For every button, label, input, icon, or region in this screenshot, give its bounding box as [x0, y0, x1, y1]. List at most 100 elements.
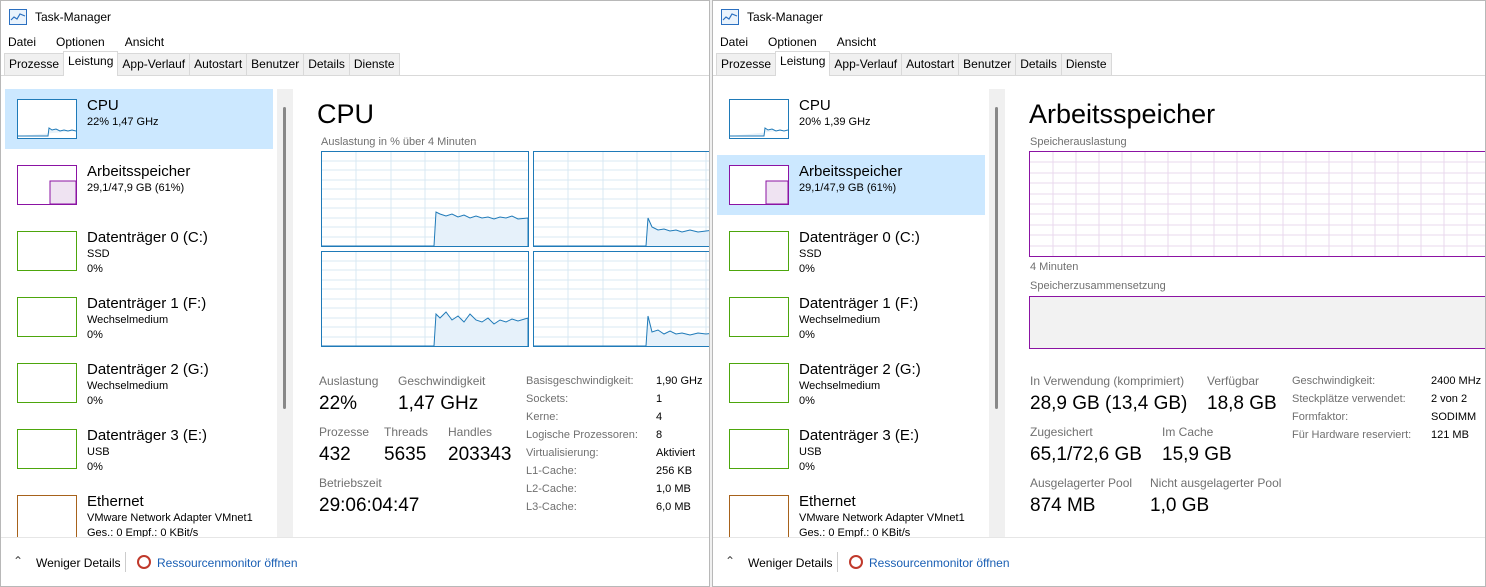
disk-thumbnail-graph	[729, 429, 789, 469]
stat-label-betriebszeit: Betriebszeit	[319, 476, 382, 490]
tab-prozesse[interactable]: Prozesse	[716, 53, 777, 75]
tab-benutzer[interactable]: Benutzer	[958, 53, 1017, 75]
scrollbar-thumb[interactable]	[283, 107, 286, 409]
tab-autostart[interactable]: Autostart	[901, 53, 960, 75]
menu-ansicht[interactable]: Ansicht	[122, 35, 167, 49]
window-title: Task-Manager	[747, 10, 824, 24]
chevron-up-icon[interactable]: ⌃	[725, 554, 735, 568]
sidebar-item-name: Datenträger 2 (G:)	[87, 361, 209, 378]
chevron-up-icon[interactable]: ⌃	[13, 554, 23, 568]
sidebar-item-name: Arbeitsspeicher	[87, 163, 191, 180]
sidebar-item-disk-0[interactable]: Datenträger 0 (C:) SSD 0%	[717, 221, 985, 281]
disk-thumbnail-graph	[17, 297, 77, 337]
sidebar-item-disk-1[interactable]: Datenträger 1 (F:) Wechselmedium 0%	[717, 287, 985, 347]
tab-autostart[interactable]: Autostart	[189, 53, 248, 75]
sidebar-item-usage: 0%	[799, 263, 815, 275]
stat-value-cached: 15,9 GB	[1162, 444, 1232, 465]
task-manager-icon	[721, 9, 739, 25]
open-resource-monitor-link[interactable]: Ressourcenmonitor öffnen	[157, 556, 298, 570]
tab-app-verlauf[interactable]: App-Verlauf	[829, 53, 903, 75]
menu-optionen[interactable]: Optionen	[53, 35, 108, 49]
sidebar-item-adapter: VMware Network Adapter VMnet1	[87, 512, 253, 524]
sidebar-item-disk-1[interactable]: Datenträger 1 (F:) Wechselmedium 0%	[5, 287, 273, 347]
tab-leistung[interactable]: Leistung	[775, 51, 831, 76]
detail-key: Sockets:	[526, 393, 569, 405]
cpu-thumbnail-graph	[729, 99, 789, 139]
menu-bar: Datei Optionen Ansicht	[1, 33, 709, 51]
performance-sidebar: CPU 22% 1,47 GHz Arbeitsspeicher 29,1/47…	[5, 89, 273, 541]
stat-label-nonpaged-pool: Nicht ausgelagerter Pool	[1150, 476, 1282, 490]
memory-composition-bar	[1029, 296, 1485, 349]
tab-prozesse[interactable]: Prozesse	[4, 53, 65, 75]
tab-benutzer[interactable]: Benutzer	[246, 53, 305, 75]
disk-thumbnail-graph	[729, 231, 789, 271]
detail-key: Virtualisierung:	[526, 447, 599, 459]
stat-value-handles: 203343	[448, 444, 512, 465]
sidebar-item-disk-3[interactable]: Datenträger 3 (E:) USB 0%	[5, 419, 273, 479]
detail-key: Kerne:	[526, 411, 559, 423]
disk-thumbnail-graph	[729, 297, 789, 337]
sidebar-item-cpu[interactable]: CPU 20% 1,39 GHz	[717, 89, 985, 149]
detail-value: 8	[656, 429, 663, 441]
footer-divider	[125, 552, 126, 572]
tab-dienste[interactable]: Dienste	[1060, 53, 1112, 75]
sidebar-item-disk-2[interactable]: Datenträger 2 (G:) Wechselmedium 0%	[5, 353, 273, 413]
cpu-thumbnail-graph	[17, 99, 77, 139]
sidebar-item-memory[interactable]: Arbeitsspeicher 29,1/47,9 GB (61%)	[717, 155, 985, 215]
menu-datei[interactable]: Datei	[717, 35, 751, 49]
stat-value-committed: 65,1/72,6 GB	[1030, 444, 1142, 465]
stat-value-geschwindigkeit: 1,47 GHz	[398, 393, 479, 414]
sidebar-item-disk-0[interactable]: Datenträger 0 (C:) SSD 0%	[5, 221, 273, 281]
detail-value: 2400 MHz	[1431, 375, 1482, 387]
stat-label-geschwindigkeit: Geschwindigkeit	[398, 374, 486, 388]
sidebar-item-usage: 0%	[799, 461, 815, 473]
sidebar-item-name: Ethernet	[799, 493, 856, 510]
detail-value: 256 KB	[656, 465, 693, 477]
detail-key: L2-Cache:	[526, 483, 577, 495]
title-bar[interactable]: Task-Manager	[713, 1, 1485, 33]
fewer-details-link[interactable]: Weniger Details	[748, 556, 832, 570]
menu-optionen[interactable]: Optionen	[765, 35, 820, 49]
scrollbar-thumb[interactable]	[995, 107, 998, 409]
fewer-details-link[interactable]: Weniger Details	[36, 556, 120, 570]
sidebar-item-name: Datenträger 3 (E:)	[87, 427, 208, 444]
menu-ansicht[interactable]: Ansicht	[834, 35, 879, 49]
resource-monitor-icon[interactable]	[137, 555, 151, 569]
tab-leistung[interactable]: Leistung	[63, 51, 119, 76]
sidebar-item-type: SSD	[799, 248, 822, 260]
sidebar-item-disk-3[interactable]: Datenträger 3 (E:) USB 0%	[717, 419, 985, 479]
sidebar-item-type: Wechselmedium	[799, 314, 881, 326]
ethernet-thumbnail-graph	[17, 495, 77, 541]
sidebar-item-usage: 0%	[87, 329, 103, 341]
open-resource-monitor-link[interactable]: Ressourcenmonitor öffnen	[869, 556, 1010, 570]
page-title: CPU	[317, 99, 375, 129]
sidebar-item-ethernet[interactable]: Ethernet VMware Network Adapter VMnet1 G…	[5, 485, 273, 545]
sidebar-scrollbar[interactable]	[989, 89, 1005, 537]
tab-app-verlauf[interactable]: App-Verlauf	[117, 53, 191, 75]
sidebar-scrollbar[interactable]	[277, 89, 293, 537]
sidebar-item-ethernet[interactable]: Ethernet VMware Network Adapter VMnet1 G…	[717, 485, 985, 545]
resource-monitor-icon[interactable]	[849, 555, 863, 569]
sidebar-item-detail: 29,1/47,9 GB (61%)	[799, 182, 897, 194]
sidebar-item-type: Wechselmedium	[799, 380, 881, 392]
tab-details[interactable]: Details	[303, 53, 350, 75]
title-bar[interactable]: Task-Manager	[1, 1, 709, 33]
sidebar-item-usage: 0%	[87, 395, 103, 407]
sidebar-item-name: Datenträger 2 (G:)	[799, 361, 921, 378]
footer-bar: ⌃ Weniger Details Ressourcenmonitor öffn…	[713, 537, 1485, 586]
tab-details[interactable]: Details	[1015, 53, 1062, 75]
sidebar-item-disk-2[interactable]: Datenträger 2 (G:) Wechselmedium 0%	[717, 353, 985, 413]
footer-bar: ⌃ Weniger Details Ressourcenmonitor öffn…	[1, 537, 709, 586]
sidebar-item-name: Datenträger 0 (C:)	[799, 229, 920, 246]
sidebar-item-cpu[interactable]: CPU 22% 1,47 GHz	[5, 89, 273, 149]
sidebar-item-usage: 0%	[87, 263, 103, 275]
menu-datei[interactable]: Datei	[5, 35, 39, 49]
stat-label-threads: Threads	[384, 425, 429, 439]
tab-dienste[interactable]: Dienste	[348, 53, 400, 75]
disk-thumbnail-graph	[17, 363, 77, 403]
detail-key: Basisgeschwindigkeit:	[526, 375, 634, 387]
sidebar-item-memory[interactable]: Arbeitsspeicher 29,1/47,9 GB (61%)	[5, 155, 273, 215]
disk-thumbnail-graph	[17, 231, 77, 271]
disk-thumbnail-graph	[729, 363, 789, 403]
stat-label-prozesse: Prozesse	[319, 425, 370, 439]
